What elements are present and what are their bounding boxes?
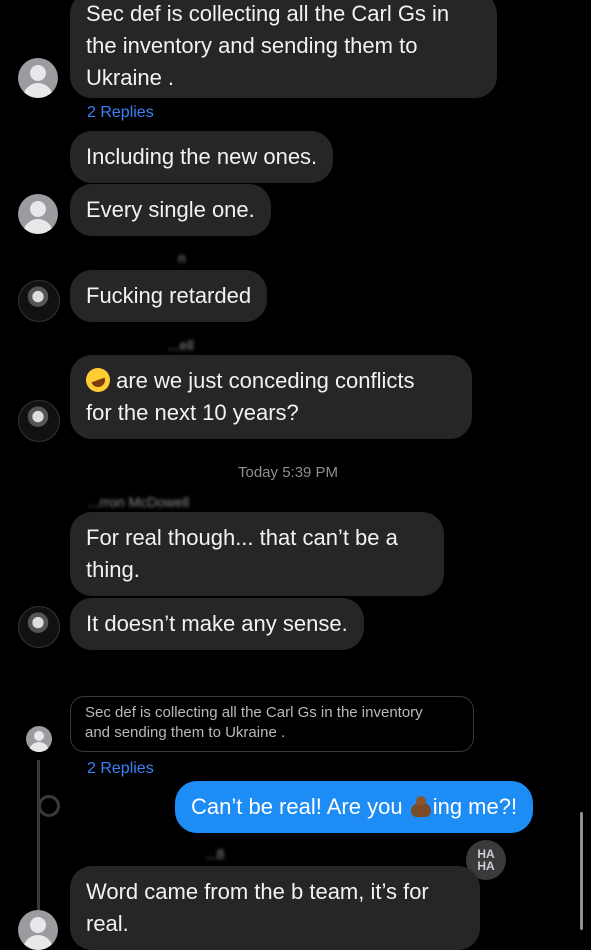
message-line: are we just conceding conflicts [116,368,415,393]
message-bubble-1[interactable]: Sec def is collecting all the Carl Gs in… [70,0,497,98]
sender-name: ...rron McDowell [88,494,190,510]
quote-line: and sending them to Ukraine . [85,724,286,741]
poop-emoji-icon [409,795,433,817]
photo-avatar-icon[interactable] [18,606,60,648]
person-avatar-icon[interactable] [18,194,58,234]
message-text: ing me?! [432,794,518,819]
thread-quote[interactable]: Sec def is collecting all the Carl Gs in… [70,696,474,752]
replies-link[interactable]: 2 Replies [87,104,154,122]
message-line: thing. [86,557,140,582]
message-line: for the next 10 years? [86,400,299,425]
message-bubble-2[interactable]: Including the new ones. [70,131,334,183]
outgoing-message-bubble[interactable]: Can’t be real! Are you ing me?! [175,781,534,833]
message-bubble-4[interactable]: Fucking retarded [70,270,268,322]
message-line: the inventory and sending them to [86,33,418,58]
photo-avatar-icon[interactable] [18,280,60,322]
rolling-laughing-emoji-icon [82,364,114,396]
replies-link[interactable]: 2 Replies [87,760,154,778]
sender-name: ...ell [168,337,194,353]
message-line: Ukraine . [86,65,175,90]
message-line: real. [86,911,129,936]
message-bubble-3[interactable]: Every single one. [70,184,271,236]
message-bubble-8[interactable]: Word came from the b team, it’s for real… [70,866,480,950]
person-avatar-icon[interactable] [18,58,58,98]
message-line: Sec def is collecting all the Carl Gs in [86,1,450,26]
message-bubble-5[interactable]: are we just conceding conflicts for the … [70,355,472,439]
quote-line: Sec def is collecting all the Carl Gs in… [85,704,423,721]
message-line: For real though... that can’t be a [86,525,398,550]
message-line: Word came from the b team, it’s for [86,879,429,904]
message-text: Can’t be real! Are you [191,794,403,819]
thread-connector [38,795,60,817]
thread-line [37,760,40,930]
message-bubble-6[interactable]: For real though... that can’t be a thing… [70,512,444,596]
person-avatar-icon[interactable] [18,910,58,950]
person-avatar-icon[interactable] [26,726,52,752]
sender-name: ...8 [205,846,225,862]
timestamp: Today 5:39 PM [238,464,339,481]
photo-avatar-icon[interactable] [18,400,60,442]
scrollbar[interactable] [580,812,583,930]
message-bubble-7[interactable]: It doesn’t make any sense. [70,598,364,650]
sender-name: n [178,250,186,266]
